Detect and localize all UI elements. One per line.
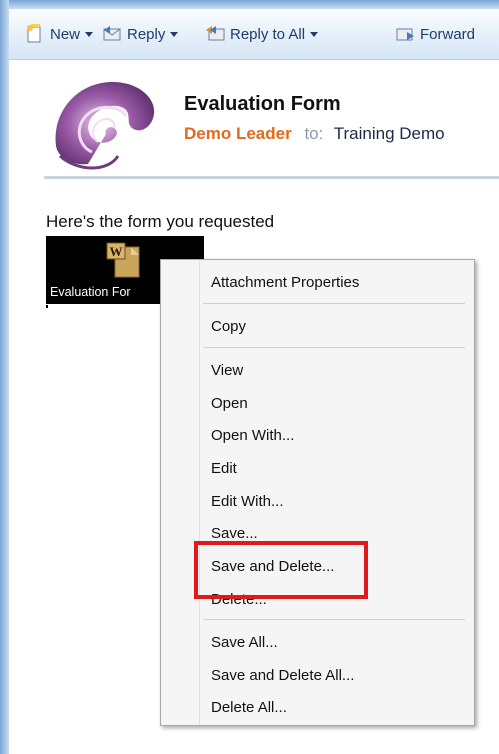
menu-item-copy[interactable]: Copy [211,318,246,335]
reply-button[interactable]: Reply [101,9,179,59]
sender-name[interactable]: Demo Leader [184,124,292,143]
recipient-name[interactable]: Training Demo [334,124,445,143]
toolbar: New Reply Reply to All Forward [9,9,499,60]
header-divider [44,176,499,179]
message-subject: Evaluation Form [184,93,341,115]
chevron-down-icon[interactable] [85,31,94,37]
menu-item-edit[interactable]: Edit [211,460,237,477]
forward-button-label: Forward [420,25,476,43]
attachment-filename: Evaluation For [50,285,131,299]
from-line: Demo Leader to: Training Demo [184,124,445,144]
window-frame-top [0,0,499,9]
new-button[interactable]: New [24,9,94,59]
forward-icon [396,28,414,41]
reply-button-label: Reply [127,25,166,43]
window-frame-left [0,0,9,754]
highlight-box [194,541,368,599]
chevron-down-icon[interactable] [170,31,179,37]
menu-item-open-with[interactable]: Open With... [211,427,294,444]
reply-all-button-label: Reply to All [230,25,306,43]
menu-item-save-all[interactable]: Save All... [211,634,278,651]
menu-separator [203,619,465,620]
menu-item-save[interactable]: Save... [211,525,258,542]
attachment-context-menu: Attachment Properties Copy View Open Ope… [160,259,475,726]
menu-item-attachment-properties[interactable]: Attachment Properties [211,274,359,291]
menu-item-edit-with[interactable]: Edit With... [211,493,284,510]
menu-separator [203,303,465,304]
new-document-icon [27,24,41,43]
menu-item-delete-all[interactable]: Delete All... [211,699,287,716]
message-body-text: Here's the form you requested [46,212,275,231]
reply-all-button[interactable]: Reply to All [204,9,319,59]
new-button-label: New [50,25,81,43]
menu-item-view[interactable]: View [211,362,243,379]
svg-text:W: W [110,244,123,259]
attachment-underline [46,305,48,308]
reply-icon [103,26,121,41]
forward-button[interactable]: Forward [394,9,475,59]
word-document-icon: W [106,242,140,278]
menu-icon-strip [199,260,200,725]
menu-separator [203,347,465,348]
menu-item-open[interactable]: Open [211,395,248,412]
to-label: to: [304,124,324,143]
reply-all-icon [206,26,225,41]
chevron-down-icon[interactable] [310,31,319,37]
nautilus-avatar-icon [55,81,155,170]
menu-item-save-and-delete-all[interactable]: Save and Delete All... [211,667,354,684]
